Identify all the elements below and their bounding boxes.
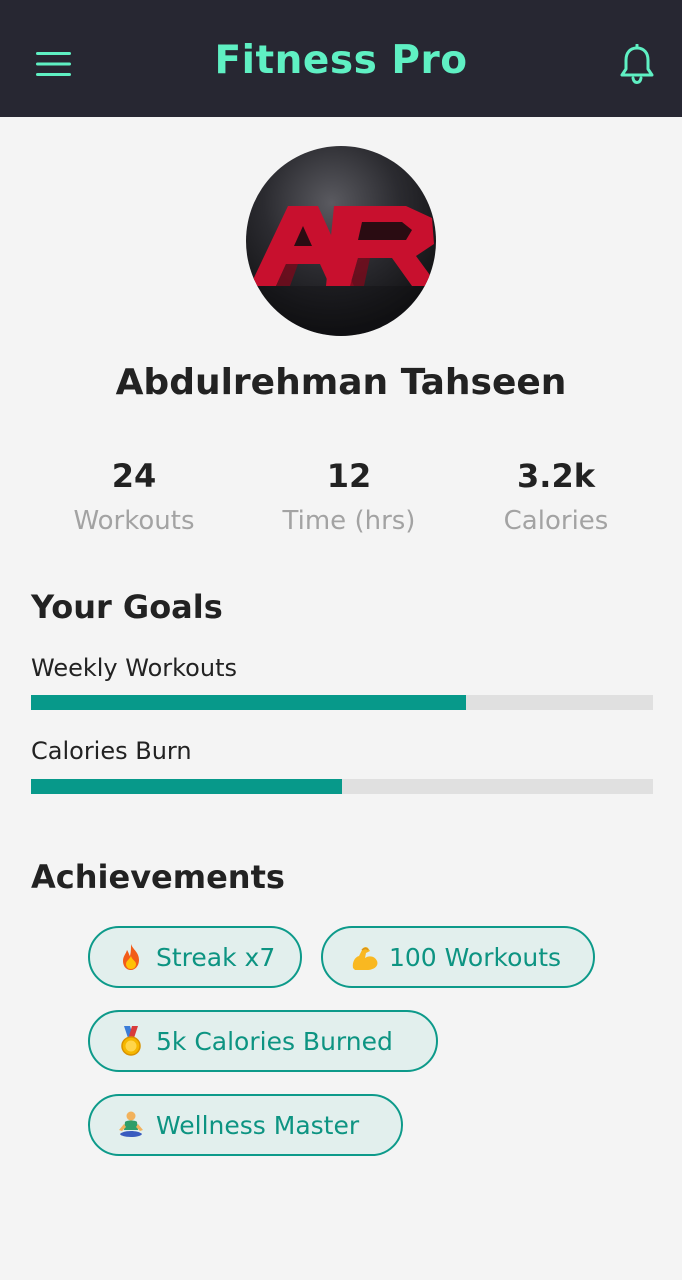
goal-label-calories-burn: Calories Burn [31, 737, 192, 765]
stat-workouts: 24 Workouts [24, 452, 244, 536]
stat-calories: 3.2k Calories [446, 452, 666, 536]
stat-value: 3.2k [517, 457, 595, 495]
flexed-biceps-icon [349, 942, 379, 972]
stat-value: 12 [326, 457, 372, 495]
avatar[interactable] [246, 146, 436, 336]
goals-title: Your Goals [31, 588, 223, 626]
stat-label: Time (hrs) [282, 506, 416, 536]
progress-fill [31, 779, 342, 794]
meditation-icon [116, 1110, 146, 1140]
stat-time: 12 Time (hrs) [239, 452, 459, 536]
progress-bar-calories-burn [31, 779, 653, 794]
user-name: Abdulrehman Tahseen [115, 362, 567, 403]
badge-label: 100 Workouts [389, 942, 562, 972]
app-header: Fitness Pro [0, 0, 682, 117]
bell-icon[interactable] [620, 43, 654, 86]
badge-wellness-master[interactable]: Wellness Master [88, 1094, 403, 1156]
app-title: Fitness Pro [214, 38, 468, 83]
progress-bar-weekly-workouts [31, 695, 653, 710]
stat-label: Calories [503, 506, 609, 536]
badge-5k-calories[interactable]: 5k Calories Burned [88, 1010, 438, 1072]
progress-fill [31, 695, 467, 710]
badge-label: Streak x7 [156, 942, 276, 972]
stat-value: 24 [111, 457, 157, 495]
badge-label: 5k Calories Burned [156, 1026, 393, 1056]
badge-streak[interactable]: Streak x7 [88, 926, 302, 988]
stat-label: Workouts [73, 506, 195, 536]
medal-icon [116, 1026, 146, 1056]
goal-label-weekly-workouts: Weekly Workouts [31, 654, 237, 682]
achievements-title: Achievements [31, 858, 285, 896]
fire-icon [116, 942, 146, 972]
badge-label: Wellness Master [156, 1110, 360, 1140]
badge-100-workouts[interactable]: 100 Workouts [321, 926, 595, 988]
